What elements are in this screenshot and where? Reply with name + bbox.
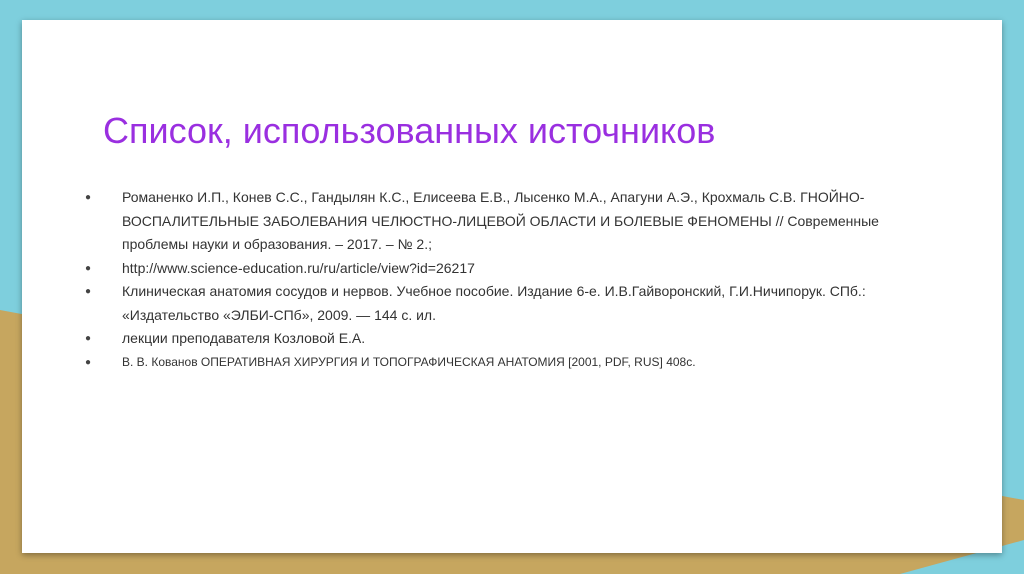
reference-item: ● Клиническая анатомия сосудов и нервов.…: [85, 280, 945, 327]
reference-item: ● лекции преподавателя Козловой Е.А.: [85, 327, 945, 351]
references-list: ● Романенко И.П., Конев С.С., Гандылян К…: [85, 186, 945, 374]
slide-title: Список, использованных источников: [103, 110, 716, 151]
bullet-icon: ●: [85, 333, 92, 344]
bullet-icon: ●: [85, 192, 92, 203]
reference-item: ● В. В. Кованов ОПЕРАТИВНАЯ ХИРУРГИЯ И Т…: [85, 351, 945, 374]
bullet-icon: ●: [85, 286, 92, 297]
reference-item: ● http://www.science-education.ru/ru/art…: [85, 257, 945, 281]
reference-text: лекции преподавателя Козловой Е.А.: [122, 330, 366, 346]
reference-text: В. В. Кованов ОПЕРАТИВНАЯ ХИРУРГИЯ И ТОП…: [122, 354, 696, 369]
slide-card: Список, использованных источников ● Рома…: [22, 20, 1002, 553]
reference-text: Клиническая анатомия сосудов и нервов. У…: [122, 283, 866, 323]
reference-text: Романенко И.П., Конев С.С., Гандылян К.С…: [122, 189, 879, 252]
reference-link[interactable]: http://www.science-education.ru/ru/artic…: [122, 260, 475, 276]
reference-item: ● Романенко И.П., Конев С.С., Гандылян К…: [85, 186, 945, 257]
bullet-icon: ●: [85, 262, 92, 274]
bullet-icon: ●: [85, 356, 92, 368]
